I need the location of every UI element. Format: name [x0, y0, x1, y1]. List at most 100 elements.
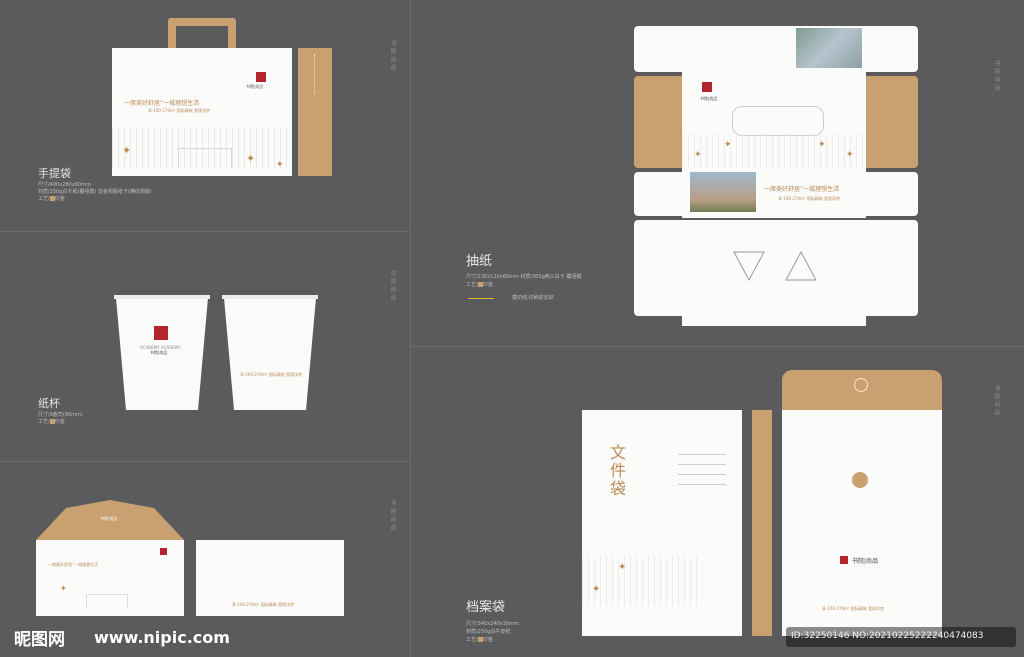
- form-line: [678, 474, 726, 475]
- bird-icon: ✦: [694, 150, 702, 160]
- string-button-icon: [854, 378, 868, 392]
- handbag-craft: 工艺/印金: [38, 196, 65, 203]
- dieline-legend-text: 模切线,印刷前去掉: [512, 295, 554, 301]
- brand-logo: [702, 82, 712, 92]
- tissue-dieline: 书院|尚品 ✦ ✦ ✦ ✦ 一席美好舒居”一城理想生活 享·100-270m² …: [634, 22, 918, 326]
- folder-front: 文件袋 ✦ ✦: [582, 410, 742, 636]
- folder-craft: 工艺/印金: [466, 637, 493, 644]
- side-mark-2: 书院尚品: [389, 270, 396, 302]
- handbag-title: 手提袋: [38, 167, 71, 180]
- craft-value: 印金: [54, 196, 65, 202]
- tab-right-top: [866, 26, 918, 72]
- envelope-front: 一席美好舒居”一城理想生活 ✦: [36, 540, 184, 616]
- handbag-spec2: 材质/250g白卡纸(覆哑膜) 烫金铜版纸卡(横纹铜版): [38, 189, 152, 195]
- envelope-slogan: 一席美好舒居”一城理想生活: [48, 562, 99, 567]
- cup-subslogan: 享·100-270m² 国际精装 宽境洋房: [240, 372, 303, 377]
- handbag-mockup: 书院|尚品 一席美好舒居”一城理想生活 享·100-270m² 国际精装 宽境洋…: [112, 18, 336, 178]
- tab-left-top: [634, 26, 682, 72]
- craft-value: 印金: [54, 419, 65, 425]
- brand-logo: [840, 556, 848, 564]
- folder-back: 书院|尚品 享·100-270m² 国际精装 宽境洋房: [782, 410, 942, 636]
- folder-title: 档案袋: [466, 600, 506, 615]
- paper-cups: [114, 295, 318, 410]
- tissue-title: 抽纸: [466, 254, 493, 269]
- tab-left-mid: [634, 172, 682, 216]
- bird-icon: ✦: [846, 150, 854, 160]
- tissue-brand-lockup: 书院|尚品: [700, 96, 718, 101]
- folder-brand-lockup: 书院|尚品: [852, 558, 879, 565]
- string-button-icon: [852, 472, 868, 488]
- craft-prefix: 工艺/: [38, 419, 50, 425]
- envelope-flap-lockup: 书院|尚品: [100, 516, 118, 521]
- handbag-front: 书院|尚品 一席美好舒居”一城理想生活 享·100-270m² 国际精装 宽境洋…: [112, 48, 292, 176]
- watermark-id-text: ID:32250146 NO:20210225222240474083: [791, 631, 984, 641]
- cup-craft: 工艺/印金: [38, 419, 65, 426]
- bird-icon: ✦: [122, 144, 132, 157]
- handbag-subslogan: 享·100-270m² 国际精装 宽境洋房: [148, 108, 211, 113]
- bird-icon: ✦: [618, 562, 627, 573]
- folder-spec1: 尺寸/340x240x30mm: [466, 621, 519, 627]
- side-text: [314, 54, 317, 94]
- side-mark-4: 书院尚品: [993, 60, 1000, 92]
- side-right: [866, 76, 918, 168]
- cup-title: 纸杯: [38, 397, 60, 410]
- folder-spec2: 材质/250g白牛皮纸: [466, 629, 511, 635]
- folder-subslogan: 享·100-270m² 国际精装 宽境洋房: [822, 606, 885, 611]
- envelope-back-text: 享·100-270m² 国际精装 宽境洋房: [232, 602, 295, 607]
- form-line: [678, 464, 726, 465]
- cup-brand-lockup: 书院|尚品: [150, 350, 168, 355]
- side-mark-3: 书院尚品: [389, 500, 396, 532]
- craft-value: 印金: [482, 637, 493, 643]
- form-line: [678, 454, 726, 455]
- panel-front: 一席美好舒居”一城理想生活 享·100-270m² 国际精装 宽境洋房: [682, 168, 866, 218]
- folder-back-flap: [782, 370, 942, 412]
- cup-rim: [222, 295, 318, 299]
- gate-illustration: [178, 148, 232, 169]
- handbag-side: [298, 48, 332, 176]
- tissue-slogan: 一席美好舒居”一城理想生活: [764, 186, 840, 193]
- watermark-id: ID:32250146 NO:20210225222240474083: [786, 627, 1016, 647]
- bird-icon: ✦: [276, 160, 284, 170]
- tab-right-mid: [866, 172, 918, 216]
- folder-spine: [752, 410, 772, 636]
- side-mark-1: 书院尚品: [389, 40, 396, 72]
- brand-logo: [160, 548, 167, 555]
- building-illustration: [582, 556, 702, 606]
- tissue-spec1: 尺寸/230x120x60mm 材质/300g两三白卡 覆哑膜: [466, 274, 582, 280]
- panel-tuck: [682, 316, 866, 326]
- watermark-site: 昵图网: [14, 630, 65, 650]
- bird-icon: ✦: [592, 584, 601, 595]
- bird-icon: ✦: [246, 152, 256, 165]
- tissue-subslogan: 享·100-270m² 国际精装 宽境洋房: [778, 196, 841, 201]
- building-illustration: [682, 134, 866, 168]
- watermark-url: www.nipic.com: [94, 628, 230, 647]
- side-left: [634, 76, 682, 168]
- tissue-craft: 工艺/印金: [466, 282, 493, 289]
- watermark-logo: 昵图网: [14, 625, 65, 650]
- tissue-opening: [732, 106, 824, 136]
- folder-doc-title: 文件袋: [607, 444, 626, 498]
- bird-icon: ✦: [724, 140, 732, 150]
- gate-illustration: [86, 594, 128, 609]
- envelope-back: 享·100-270m² 国际精装 宽境洋房: [196, 540, 344, 616]
- craft-prefix: 工艺/: [466, 282, 478, 288]
- divider-right: [410, 346, 1024, 347]
- side-mark-5: 书院尚品: [993, 385, 1000, 417]
- form-line: [678, 484, 726, 485]
- divider-vertical: [410, 0, 411, 657]
- handbag-handle: [168, 18, 236, 50]
- handbag-spec1: 尺寸/400x280x80mm: [38, 182, 91, 188]
- craft-prefix: 工艺/: [466, 637, 478, 643]
- cup-spec1: 尺寸/9盎司(86mm): [38, 412, 83, 418]
- craft-value: 印金: [482, 282, 493, 288]
- triangle-marks: [733, 250, 817, 282]
- bird-icon: ✦: [60, 584, 67, 593]
- dieline-legend-line: [468, 298, 494, 299]
- brand-lockup: 书院|尚品: [246, 84, 264, 89]
- divider-left-1: [0, 231, 410, 232]
- cup-rim: [114, 295, 210, 299]
- handbag-slogan: 一席美好舒居”一城理想生活: [124, 100, 200, 107]
- brand-logo: [256, 72, 266, 82]
- divider-left-2: [0, 461, 410, 462]
- panel-bottom: [634, 220, 918, 316]
